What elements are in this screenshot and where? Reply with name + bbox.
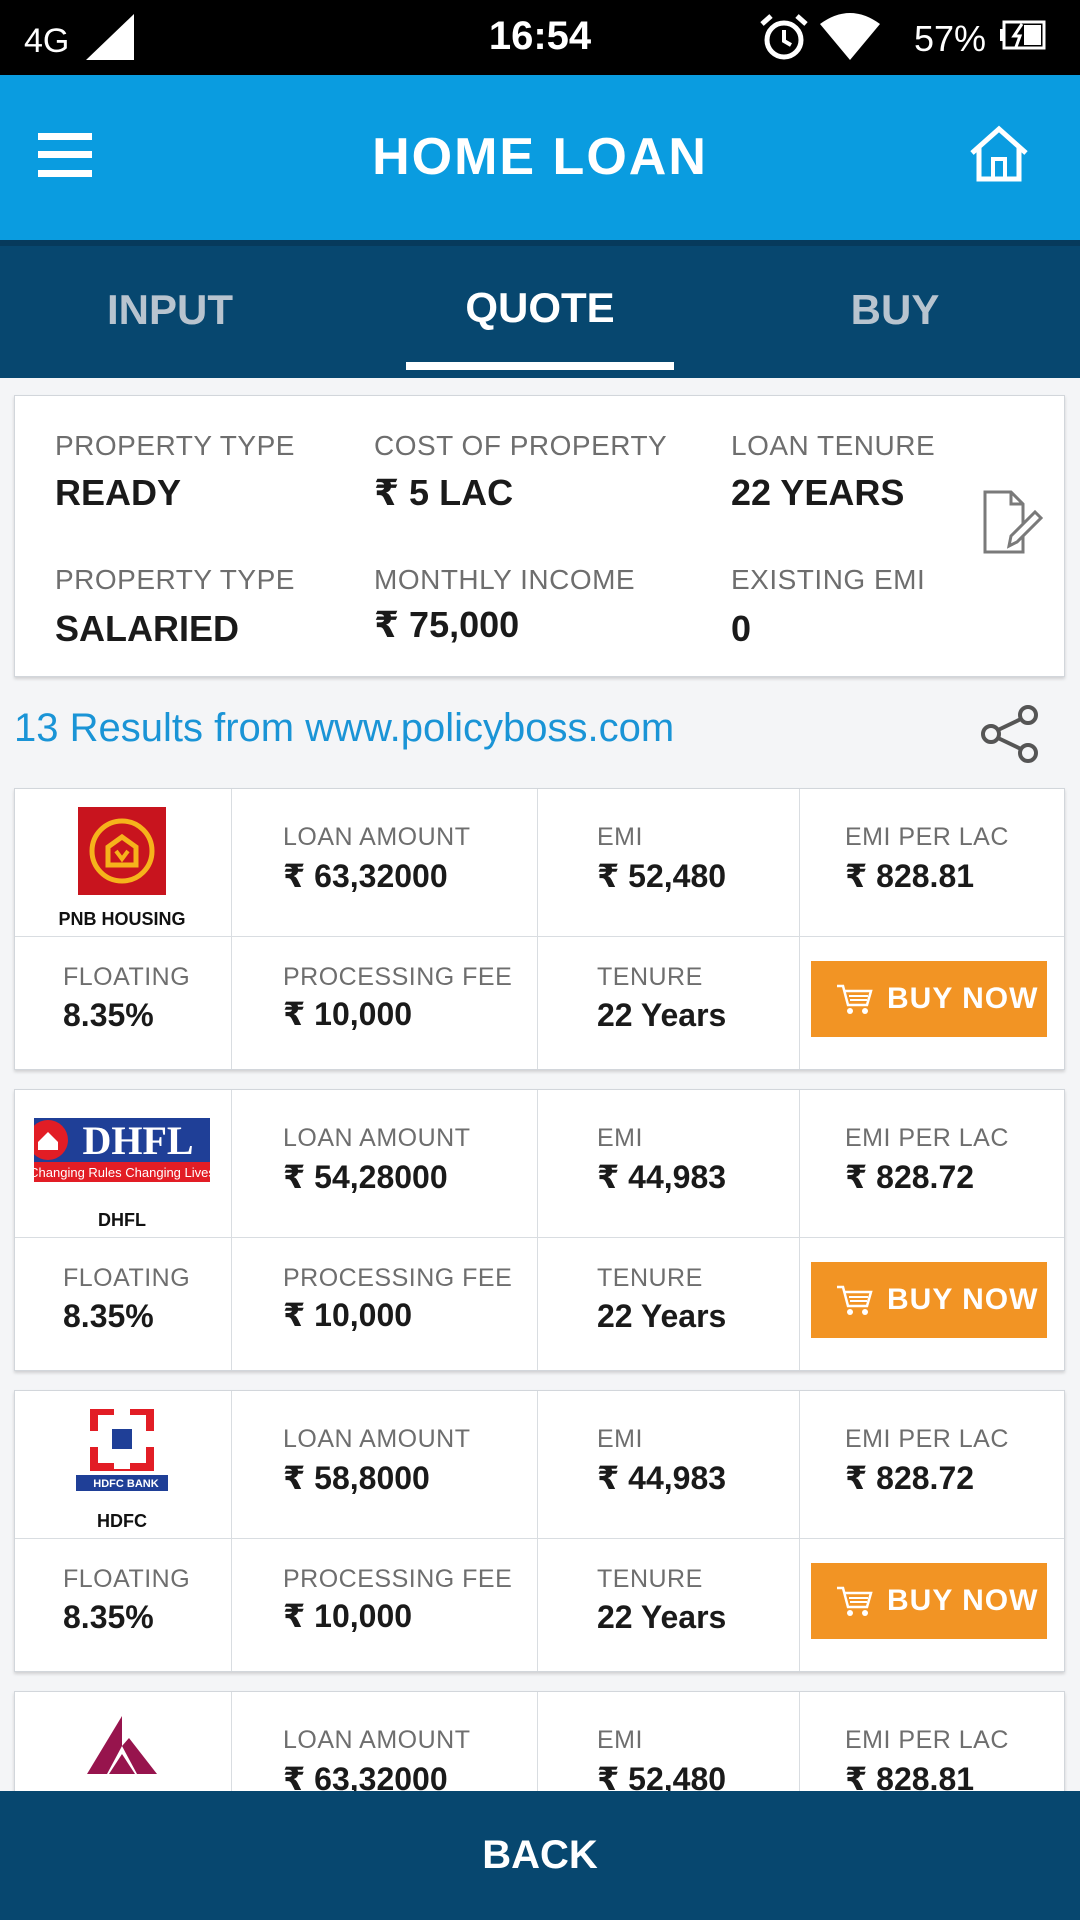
monthly-income-value: ₹ 75,000 [374,604,520,645]
loan-amount-value: ₹ 58,8000 [283,1460,430,1496]
tab-input[interactable]: INPUT [60,286,280,334]
interest-rate-value: 8.35% [63,997,154,1033]
page-title: HOME LOAN [372,128,708,186]
hdfc-logo: HDFC BANK [76,1407,168,1491]
cost-of-property-label: COST OF PROPERTY [374,430,668,461]
buy-now-label: BUY NOW [887,1283,1039,1316]
home-icon[interactable] [968,125,1030,183]
buy-now-label: BUY NOW [887,1584,1039,1617]
axis-bank-logo [87,1716,157,1774]
floating-label: FLOATING [63,963,191,991]
battery-icon [1000,20,1046,50]
emi-per-lac-label: EMI PER LAC [845,1726,1009,1754]
emi-per-lac-value: ₹ 828.72 [845,1159,975,1195]
status-bar: 4G 16:54 57% [0,0,1080,75]
cart-icon [837,984,873,1014]
dhfl-tagline: Changing Rules Changing Lives [34,1165,210,1180]
floating-label: FLOATING [63,1264,191,1292]
bank-name: HDFC [97,1511,147,1531]
emi-per-lac-value: ₹ 828.72 [845,1460,975,1496]
emi-per-lac-label: EMI PER LAC [845,823,1009,851]
tab-bar: INPUT QUOTE BUY [0,240,1080,378]
loan-amount-label: LOAN AMOUNT [283,1425,471,1453]
loan-tenure-value: 22 YEARS [731,472,905,513]
tenure-value: 22 Years [597,997,727,1033]
employment-type-value: SALARIED [55,608,240,649]
loan-summary-card: PROPERTY TYPE READY COST OF PROPERTY ₹ 5… [14,395,1065,677]
share-icon[interactable] [978,704,1042,764]
quote-card: PNB HOUSING LOAN AMOUNT ₹ 63,32000 EMI ₹… [14,788,1065,1070]
cart-icon [837,1586,873,1616]
processing-fee-value: ₹ 10,000 [283,1598,413,1634]
quote-card: DHFL Changing Rules Changing Lives DHFL … [14,1089,1065,1371]
interest-rate-value: 8.35% [63,1599,154,1635]
emi-label: EMI [597,1425,643,1453]
property-type-label: PROPERTY TYPE [55,430,295,461]
loan-tenure-label: LOAN TENURE [731,430,936,461]
emi-label: EMI [597,1124,643,1152]
emi-value: ₹ 44,983 [597,1159,727,1195]
existing-emi-value: 0 [731,608,752,649]
bank-logo: DHFL Changing Rules Changing Lives DHFL [15,1108,229,1233]
existing-emi-label: EXISTING EMI [731,564,926,595]
dhfl-logo-text: DHFL [82,1118,193,1163]
emi-per-lac-value: ₹ 828.81 [845,858,975,894]
tenure-label: TENURE [597,1264,703,1292]
tenure-value: 22 Years [597,1298,727,1334]
tenure-label: TENURE [597,963,703,991]
back-button[interactable]: BACK [0,1791,1080,1920]
floating-label: FLOATING [63,1565,191,1593]
quote-card: HDFC BANK HDFC LOAN AMOUNT ₹ 58,8000 EMI… [14,1390,1065,1672]
processing-fee-label: PROCESSING FEE [283,1565,513,1593]
emi-value: ₹ 44,983 [597,1460,727,1496]
interest-rate-value: 8.35% [63,1298,154,1334]
battery-percent: 57% [914,18,987,59]
buy-now-label: BUY NOW [887,982,1039,1015]
loan-amount-label: LOAN AMOUNT [283,823,471,851]
loan-amount-value: ₹ 54,28000 [283,1159,448,1195]
edit-icon[interactable] [981,488,1043,556]
buy-now-button[interactable]: BUY NOW [811,961,1047,1037]
loan-amount-value: ₹ 63,32000 [283,858,448,894]
app-bar: HOME LOAN [0,75,1080,240]
emi-value: ₹ 52,480 [597,858,727,894]
pnb-housing-logo [78,807,166,895]
emi-per-lac-label: EMI PER LAC [845,1425,1009,1453]
active-tab-indicator [406,362,674,370]
processing-fee-value: ₹ 10,000 [283,1297,413,1333]
cost-of-property-value: ₹ 5 LAC [374,472,514,513]
alarm-icon [760,14,808,60]
processing-fee-value: ₹ 10,000 [283,996,413,1032]
tenure-label: TENURE [597,1565,703,1593]
monthly-income-label: MONTHLY INCOME [374,564,636,595]
property-type-value: READY [55,472,182,513]
emi-label: EMI [597,823,643,851]
processing-fee-label: PROCESSING FEE [283,1264,513,1292]
hdfc-logo-text: HDFC BANK [93,1478,158,1490]
tab-buy[interactable]: BUY [790,286,1000,334]
tenure-value: 22 Years [597,1599,727,1635]
loan-amount-label: LOAN AMOUNT [283,1124,471,1152]
cart-icon [837,1285,873,1315]
bank-name: DHFL [98,1210,146,1230]
emi-per-lac-label: EMI PER LAC [845,1124,1009,1152]
loan-amount-label: LOAN AMOUNT [283,1726,471,1754]
buy-now-button[interactable]: BUY NOW [811,1563,1047,1639]
bank-logo: PNB HOUSING [15,807,229,932]
emi-label: EMI [597,1726,643,1754]
dhfl-logo: DHFL Changing Rules Changing Lives [28,1118,215,1182]
processing-fee-label: PROCESSING FEE [283,963,513,991]
employment-type-label: PROPERTY TYPE [55,564,295,595]
bank-logo: HDFC BANK HDFC [15,1407,229,1534]
wifi-icon [820,13,880,60]
bank-name: PNB HOUSING [58,909,186,929]
tab-quote[interactable]: QUOTE [406,284,674,332]
results-count: 13 Results from www.policyboss.com [14,706,675,750]
buy-now-button[interactable]: BUY NOW [811,1262,1047,1338]
